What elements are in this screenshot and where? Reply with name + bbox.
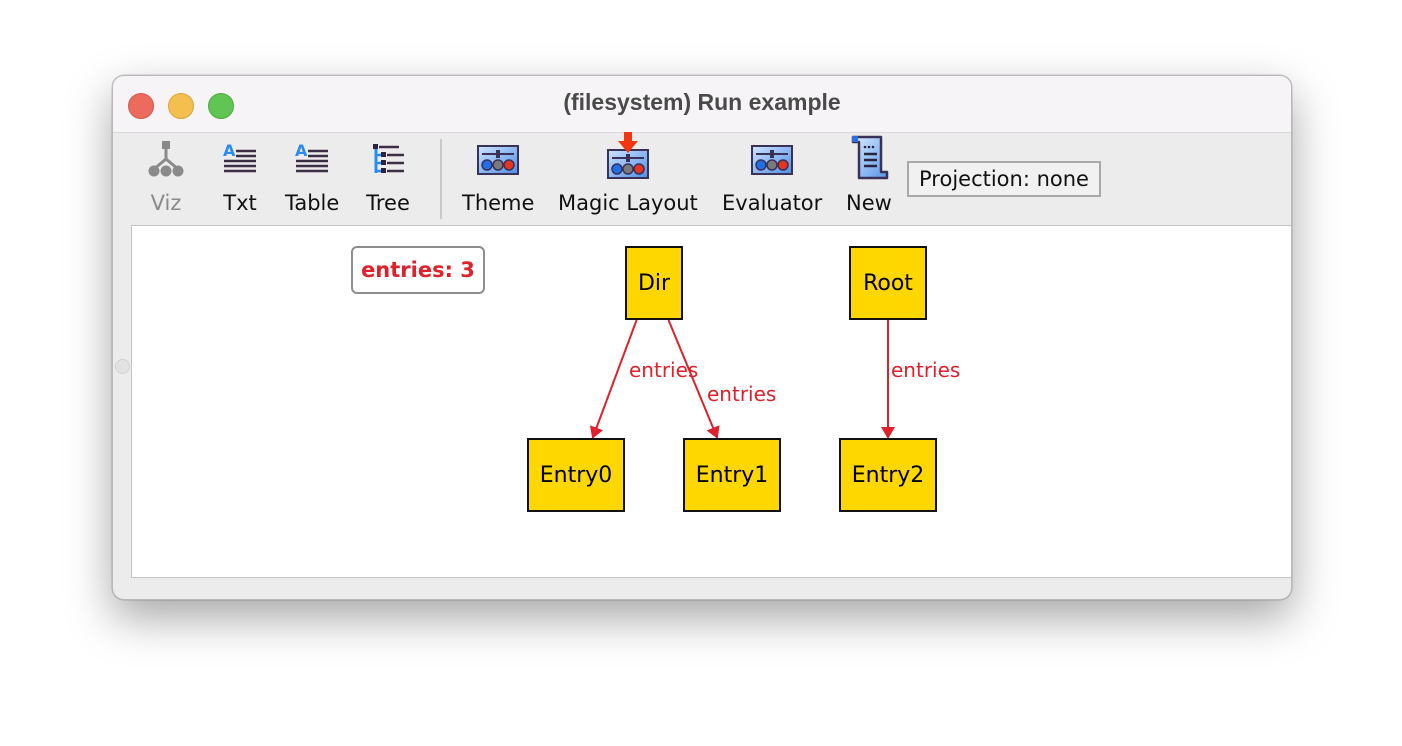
evaluator-label: Evaluator — [722, 191, 823, 215]
edge-label-dir-entry1: entries — [707, 382, 777, 406]
entries-count-badge: entries: 3 — [351, 246, 485, 294]
txt-button[interactable]: A Txt — [218, 137, 262, 215]
toolbar-separator — [440, 139, 442, 219]
graph-canvas[interactable]: entries: 3 Dir Root Entry0 Entry1 Entry2… — [131, 225, 1291, 578]
node-entry2[interactable]: Entry2 — [839, 438, 937, 512]
new-scroll-icon — [847, 135, 891, 181]
txt-label: Txt — [223, 191, 257, 215]
node-dir[interactable]: Dir — [625, 246, 683, 320]
split-pane-divider[interactable] — [113, 225, 131, 577]
node-root[interactable]: Root — [849, 246, 927, 320]
graph-tree-icon — [144, 137, 188, 181]
viz-label: Viz — [150, 191, 182, 215]
tree-label: Tree — [366, 191, 410, 215]
table-label: Table — [285, 191, 340, 215]
text-lines-icon: A — [218, 137, 262, 181]
app-window: (filesystem) Run example Viz A Txt A Tab… — [112, 75, 1292, 600]
svg-text:A: A — [223, 141, 236, 160]
title-bar: (filesystem) Run example — [113, 76, 1291, 133]
table-button[interactable]: A Table — [285, 137, 339, 215]
tree-list-icon — [366, 137, 410, 181]
magic-layout-label: Magic Layout — [558, 191, 698, 215]
evaluator-sliders-icon — [750, 137, 794, 181]
theme-sliders-icon — [476, 137, 520, 181]
edge-label-root-entry2: entries — [891, 358, 961, 382]
node-entry1[interactable]: Entry1 — [683, 438, 781, 512]
window-title: (filesystem) Run example — [563, 89, 841, 115]
edge-label-dir-entry0: entries — [629, 358, 699, 382]
table-lines-icon: A — [290, 137, 334, 181]
new-label: New — [846, 191, 892, 215]
evaluator-button[interactable]: Evaluator — [722, 137, 822, 215]
new-button[interactable]: New — [846, 135, 892, 215]
theme-label: Theme — [462, 191, 535, 215]
viz-button[interactable]: Viz — [144, 137, 188, 215]
svg-text:A: A — [295, 141, 308, 160]
tree-button[interactable]: Tree — [366, 137, 410, 215]
magic-layout-button[interactable]: Magic Layout — [558, 132, 698, 215]
toolbar: Viz A Txt A Table Tree Theme Magic Layou… — [113, 132, 1291, 225]
node-entry0[interactable]: Entry0 — [527, 438, 625, 512]
projection-button[interactable]: Projection: none — [907, 161, 1101, 197]
divider-knob-icon[interactable] — [115, 359, 130, 374]
theme-button[interactable]: Theme — [462, 137, 534, 215]
magic-layout-icon — [606, 132, 650, 181]
